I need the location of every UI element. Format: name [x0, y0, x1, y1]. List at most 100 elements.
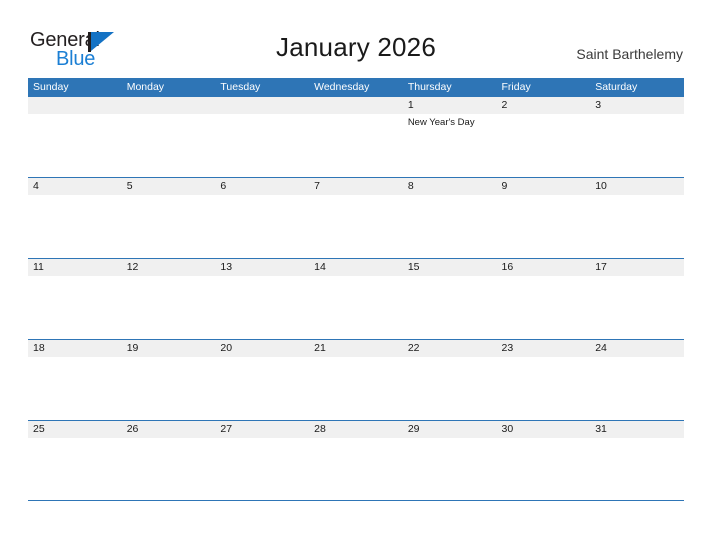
event-cell[interactable]	[215, 276, 309, 338]
event-cell[interactable]	[590, 195, 684, 257]
week-event-band	[28, 357, 684, 419]
event-cell[interactable]	[590, 438, 684, 500]
event-cell[interactable]	[403, 357, 497, 419]
day-cell[interactable]: 16	[497, 259, 591, 276]
event-cell[interactable]	[590, 114, 684, 176]
event-cell[interactable]	[215, 357, 309, 419]
event-cell[interactable]	[309, 357, 403, 419]
day-cell[interactable]: 14	[309, 259, 403, 276]
day-cell[interactable]: 31	[590, 421, 684, 438]
day-cell[interactable]	[28, 97, 122, 114]
event-cell[interactable]	[590, 276, 684, 338]
day-cell[interactable]: 9	[497, 178, 591, 195]
week-date-band: 4 5 6 7 8 9 10	[28, 178, 684, 195]
day-cell[interactable]: 24	[590, 340, 684, 357]
day-number: 27	[220, 423, 233, 435]
day-cell[interactable]: 3	[590, 97, 684, 114]
day-number: 26	[126, 423, 139, 435]
event-cell[interactable]	[215, 438, 309, 500]
day-cell[interactable]: 15	[403, 259, 497, 276]
event-cell[interactable]	[28, 114, 122, 176]
day-number: 4	[33, 180, 39, 192]
event-cell[interactable]	[28, 357, 122, 419]
event-cell[interactable]	[309, 438, 403, 500]
day-cell[interactable]: 4	[28, 178, 122, 195]
event-cell[interactable]	[403, 438, 497, 500]
event-cell[interactable]	[122, 276, 216, 338]
day-cell[interactable]	[122, 97, 216, 114]
event-cell[interactable]	[497, 438, 591, 500]
day-number: 17	[595, 261, 607, 273]
week-event-band	[28, 276, 684, 338]
day-number: 31	[595, 423, 607, 435]
day-cell[interactable]: 30	[497, 421, 591, 438]
day-cell[interactable]: 26	[122, 421, 216, 438]
day-number: 18	[33, 342, 45, 354]
day-number: 3	[595, 99, 602, 111]
week-date-band: 25 26 27 28 29 30 31	[28, 421, 684, 438]
day-cell[interactable]: 21	[309, 340, 403, 357]
week-row: 11 12 13 14 15 16 17	[28, 258, 684, 339]
weekday-header-wednesday: Wednesday	[314, 81, 370, 93]
day-cell[interactable]: 29	[403, 421, 497, 438]
day-cell[interactable]: 22	[403, 340, 497, 357]
day-cell[interactable]: 23	[497, 340, 591, 357]
week-date-band: 11 12 13 14 15 16 17	[28, 259, 684, 276]
event-cell[interactable]	[497, 276, 591, 338]
day-number: 23	[501, 342, 514, 354]
event-cell[interactable]	[28, 438, 122, 500]
event-cell[interactable]	[309, 195, 403, 257]
day-cell[interactable]	[309, 97, 403, 114]
event-cell[interactable]	[122, 114, 216, 176]
event-cell[interactable]	[497, 195, 591, 257]
day-cell[interactable]: 25	[28, 421, 122, 438]
day-cell[interactable]: 11	[28, 259, 122, 276]
day-cell[interactable]: 10	[590, 178, 684, 195]
day-cell[interactable]: 7	[309, 178, 403, 195]
day-number: 12	[126, 261, 139, 273]
weekday-header-row: Sunday Monday Tuesday Wednesday Thursday…	[28, 78, 684, 96]
day-cell[interactable]: 6	[215, 178, 309, 195]
event-cell[interactable]: New Year's Day	[403, 114, 497, 176]
day-cell[interactable]: 12	[122, 259, 216, 276]
event-cell[interactable]	[28, 276, 122, 338]
day-cell[interactable]: 2	[497, 97, 591, 114]
day-cell[interactable]: 27	[215, 421, 309, 438]
event-cell[interactable]	[122, 195, 216, 257]
day-cell[interactable]: 20	[215, 340, 309, 357]
event-cell[interactable]	[122, 357, 216, 419]
day-cell[interactable]: 19	[122, 340, 216, 357]
day-number: 1	[407, 99, 414, 111]
event-cell[interactable]	[309, 276, 403, 338]
event-cell[interactable]	[497, 357, 591, 419]
day-number: 11	[33, 261, 44, 273]
event-cell[interactable]	[215, 195, 309, 257]
day-cell[interactable]: 28	[309, 421, 403, 438]
day-number: 20	[220, 342, 233, 354]
event-cell[interactable]	[403, 195, 497, 257]
day-number: 15	[407, 261, 420, 273]
weekday-header-sunday: Sunday	[33, 81, 69, 93]
event-label: New Year's Day	[407, 117, 475, 128]
event-cell[interactable]	[403, 276, 497, 338]
event-cell[interactable]	[309, 114, 403, 176]
event-cell[interactable]	[497, 114, 591, 176]
week-date-band: 1 2 3	[28, 97, 684, 114]
day-number: 13	[220, 261, 233, 273]
event-cell[interactable]	[28, 195, 122, 257]
day-number: 21	[314, 342, 326, 354]
weekday-header-monday: Monday	[126, 81, 165, 93]
event-cell[interactable]	[590, 357, 684, 419]
event-cell[interactable]	[215, 114, 309, 176]
day-cell[interactable]: 18	[28, 340, 122, 357]
day-cell[interactable]: 13	[215, 259, 309, 276]
day-cell[interactable]: 1	[403, 97, 497, 114]
day-cell[interactable]: 8	[403, 178, 497, 195]
day-cell[interactable]	[215, 97, 309, 114]
location-label: Saint Barthelemy	[576, 46, 683, 62]
day-cell[interactable]: 17	[590, 259, 684, 276]
day-cell[interactable]: 5	[122, 178, 216, 195]
day-number: 8	[407, 180, 414, 192]
week-date-band: 18 19 20 21 22 23 24	[28, 340, 684, 357]
event-cell[interactable]	[122, 438, 216, 500]
